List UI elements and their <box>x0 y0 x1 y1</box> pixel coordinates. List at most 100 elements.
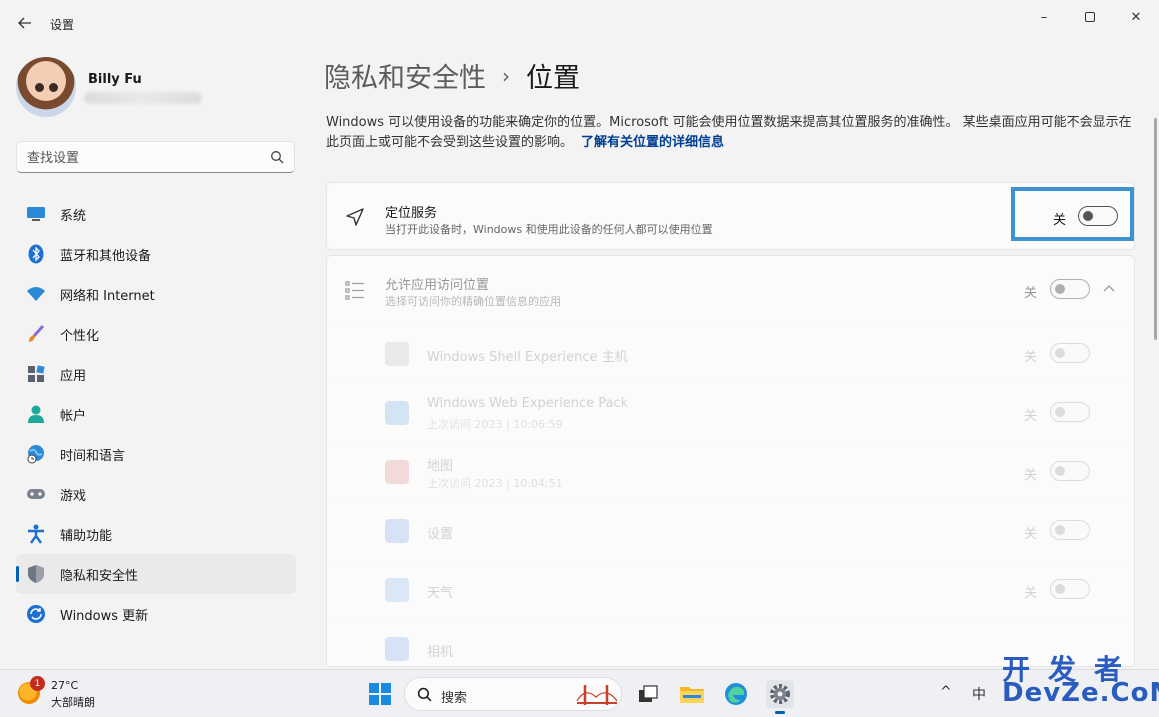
sidebar-item-gaming[interactable]: 游戏 <box>16 474 296 514</box>
taskbar: 1 27°C 大部晴朗 搜索 ^ 中 <box>0 669 1159 717</box>
sidebar-nav: 系统 蓝牙和其他设备 网络和 Internet 个性化 应用 帐户 时间和语言 … <box>16 194 296 634</box>
app-access-subtitle: 选择可访问你的精确位置信息的应用 <box>385 295 561 308</box>
app-last-access: 上次访问 2023 | 10:04:51 <box>427 477 563 490</box>
app-name: 设置 <box>427 527 454 542</box>
edge-icon <box>725 683 747 705</box>
search-icon <box>417 687 432 702</box>
sidebar-item-system[interactable]: 系统 <box>16 194 296 234</box>
sidebar-item-network[interactable]: 网络和 Internet <box>16 274 296 314</box>
account-icon <box>26 404 46 424</box>
list-item: Windows Shell Experience 主机 关 <box>327 324 1134 383</box>
toggle-knob <box>1055 584 1065 594</box>
sidebar-item-label: 隐私和安全性 <box>60 568 139 584</box>
app-state: 关 <box>1024 468 1038 483</box>
ime-indicator[interactable]: 中 <box>972 684 986 704</box>
highlight-frame <box>1011 187 1134 241</box>
sidebar-item-time-language[interactable]: 时间和语言 <box>16 434 296 474</box>
app-icon <box>385 342 409 366</box>
search-box[interactable] <box>16 141 295 173</box>
breadcrumb-parent[interactable]: 隐私和安全性 <box>324 56 486 95</box>
app-toggle[interactable] <box>1050 402 1090 422</box>
app-last-access: 上次访问 2023 | 10:06:59 <box>427 418 563 431</box>
toggle-knob <box>1055 466 1065 476</box>
app-toggle[interactable] <box>1050 343 1090 363</box>
search-icon <box>271 151 284 164</box>
list-icon <box>345 281 364 300</box>
minimize-button[interactable]: – <box>1021 6 1067 28</box>
arrow-left-icon <box>18 17 31 29</box>
sidebar-item-accessibility[interactable]: 辅助功能 <box>16 514 296 554</box>
toggle-knob <box>1055 348 1065 358</box>
app-access-title: 允许应用访问位置 <box>385 278 490 293</box>
close-button[interactable]: ✕ <box>1113 6 1159 28</box>
breadcrumb: 隐私和安全性 › 位置 <box>324 56 580 95</box>
app-icon <box>385 637 409 661</box>
weather-temp: 27°C <box>51 679 79 692</box>
app-icon <box>385 460 409 484</box>
brush-icon <box>26 324 46 344</box>
app-name: 天气 <box>427 586 454 601</box>
accessibility-icon <box>26 524 46 544</box>
scrollbar[interactable] <box>1154 118 1157 340</box>
sidebar-item-personalization[interactable]: 个性化 <box>16 314 296 354</box>
app-name: Windows Web Experience Pack <box>427 396 629 411</box>
sidebar-item-apps[interactable]: 应用 <box>16 354 296 394</box>
weather-desc: 大部晴朗 <box>51 696 95 709</box>
sidebar-item-label: 帐户 <box>60 408 87 424</box>
app-toggle[interactable] <box>1050 461 1090 481</box>
start-button[interactable] <box>366 680 394 708</box>
tray-chevron-icon[interactable]: ^ <box>940 684 952 700</box>
app-state: 关 <box>1024 350 1038 365</box>
list-item: Windows Web Experience Pack 上次访问 2023 | … <box>327 383 1134 442</box>
app-icon <box>385 519 409 543</box>
chevron-up-icon[interactable] <box>1103 284 1115 292</box>
gamepad-icon <box>26 484 46 504</box>
app-name: Windows Shell Experience 主机 <box>427 350 628 365</box>
list-item: 天气 关 <box>327 560 1134 619</box>
learn-more-link[interactable]: 了解有关位置的详细信息 <box>581 135 724 150</box>
taskbar-search[interactable]: 搜索 <box>404 677 622 711</box>
search-input[interactable] <box>27 148 257 168</box>
window-title: 设置 <box>50 18 75 32</box>
app-icon <box>385 401 409 425</box>
file-explorer-button[interactable] <box>678 680 706 708</box>
sidebar-item-windows-update[interactable]: Windows 更新 <box>16 594 296 634</box>
sidebar-item-label: Windows 更新 <box>60 608 149 624</box>
wifi-icon <box>26 284 46 304</box>
app-name: 地图 <box>427 459 454 474</box>
bridge-icon <box>576 685 618 705</box>
title-bar: 设置 – ✕ <box>0 0 1159 48</box>
apps-icon <box>26 364 46 384</box>
app-icon <box>385 578 409 602</box>
minimize-icon: – <box>1040 9 1048 25</box>
intro-text-block: Windows 可以使用设备的功能来确定你的位置。Microsoft 可能会使用… <box>326 113 1134 153</box>
app-access-card: 允许应用访问位置 选择可访问你的精确位置信息的应用 关 Windows Shel… <box>326 255 1135 667</box>
location-service-title: 定位服务 <box>385 206 438 221</box>
avatar[interactable] <box>16 57 76 117</box>
app-toggle[interactable] <box>1050 520 1090 540</box>
app-access-toggle[interactable] <box>1050 279 1090 299</box>
sidebar-item-bluetooth[interactable]: 蓝牙和其他设备 <box>16 234 296 274</box>
edge-button[interactable] <box>722 680 750 708</box>
task-view-button[interactable] <box>634 680 662 708</box>
sidebar-item-label: 个性化 <box>60 328 100 344</box>
sidebar-item-label: 应用 <box>60 368 87 384</box>
sidebar-item-accounts[interactable]: 帐户 <box>16 394 296 434</box>
user-name: Billy Fu <box>88 72 142 87</box>
toggle-knob <box>1055 284 1065 294</box>
breadcrumb-separator: › <box>502 63 510 88</box>
settings-taskbar-button[interactable] <box>766 680 794 714</box>
sidebar-item-label: 游戏 <box>60 488 87 504</box>
notification-badge: 1 <box>30 676 45 691</box>
app-toggle[interactable] <box>1050 579 1090 599</box>
folder-icon <box>680 687 704 703</box>
list-item: 设置 关 <box>327 501 1134 560</box>
maximize-button[interactable] <box>1067 6 1113 28</box>
app-state: 关 <box>1024 527 1038 542</box>
sidebar-item-label: 蓝牙和其他设备 <box>60 248 152 264</box>
back-button[interactable] <box>14 12 36 34</box>
app-access-header: 允许应用访问位置 选择可访问你的精确位置信息的应用 关 <box>327 256 1134 324</box>
shield-icon <box>26 564 46 584</box>
sidebar-item-privacy-security[interactable]: 隐私和安全性 <box>16 554 296 594</box>
globe-clock-icon <box>26 444 46 464</box>
